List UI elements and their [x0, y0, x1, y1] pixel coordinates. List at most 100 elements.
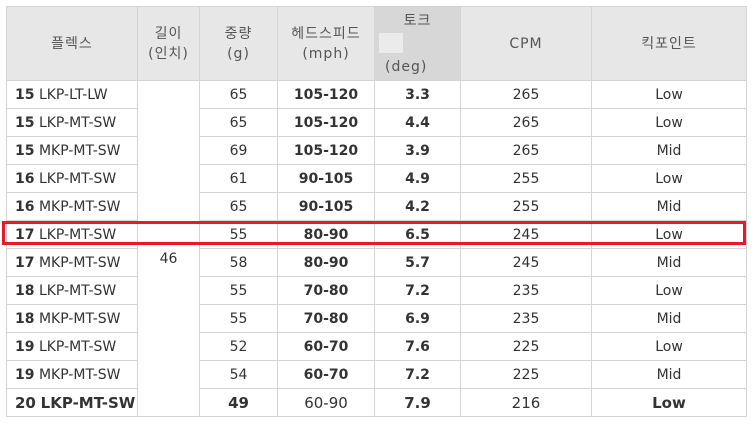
speed-cell: 80-90: [277, 220, 375, 249]
flex-number: 20: [15, 393, 36, 412]
flex-number: 16: [15, 170, 35, 187]
header-weight-title: 중량: [224, 25, 253, 42]
torque-cell: 6.9: [374, 304, 461, 333]
speed-cell: 80-90: [277, 248, 375, 277]
speed-cell: 60-70: [277, 332, 375, 361]
header-length: 길이 (인치): [137, 6, 200, 81]
speed-cell: 60-90: [277, 388, 375, 417]
speed-cell: 60-70: [277, 360, 375, 389]
flex-cell: 15 LKP-MT-SW: [6, 108, 138, 137]
flex-cell: 15 LKP-LT-LW: [6, 80, 138, 109]
shaft-spec-table: 플렉스 길이 (인치) 중량 (g) 헤드스피드 (mph) 토크 (deg) …: [6, 6, 747, 417]
header-torque-title: 토크: [403, 13, 432, 29]
flex-cell: 16 LKP-MT-SW: [6, 164, 138, 193]
flex-cell: 18 MKP-MT-SW: [6, 304, 138, 333]
flex-model: MKP-MT-SW: [38, 142, 121, 159]
flex-number: 15: [15, 114, 35, 131]
torque-cell: 6.5: [374, 220, 461, 249]
speed-cell: 70-80: [277, 276, 375, 305]
speed-cell: 105-120: [277, 80, 375, 109]
flex-number: 19: [15, 366, 35, 383]
header-length-title: 길이: [154, 25, 183, 42]
torque-cell: 5.7: [374, 248, 461, 277]
kick-point-cell: Low: [591, 108, 747, 137]
table-row: 17 MKP-MT-SW 58 80-90 5.7 245 Mid: [6, 248, 747, 277]
flex-model: LKP-MT-SW: [40, 393, 136, 412]
header-length-unit: (인치): [148, 45, 189, 62]
flex-model: LKP-MT-SW: [38, 114, 117, 131]
header-head-speed: 헤드스피드 (mph): [277, 6, 375, 81]
torque-cell: 4.9: [374, 164, 461, 193]
table-row: 18 MKP-MT-SW 55 70-80 6.9 235 Mid: [6, 304, 747, 333]
kick-point-cell: Low: [591, 220, 747, 249]
table-row: 15 MKP-MT-SW 69 105-120 3.9 265 Mid: [6, 136, 747, 165]
speed-cell: 105-120: [277, 136, 375, 165]
cpm-cell: 245: [460, 220, 592, 249]
torque-cell: 4.4: [374, 108, 461, 137]
cpm-cell: 235: [460, 304, 592, 333]
weight-cell: 54: [199, 360, 278, 389]
kick-point-cell: Mid: [591, 192, 747, 221]
weight-cell: 65: [199, 192, 278, 221]
header-kick-point: 킥포인트: [591, 6, 747, 81]
flex-model: LKP-MT-SW: [38, 226, 117, 243]
header-torque-unit: (deg): [385, 59, 428, 75]
kick-point-cell: Mid: [591, 360, 747, 389]
weight-cell: 61: [199, 164, 278, 193]
weight-cell: 52: [199, 332, 278, 361]
header-flex: 플렉스: [6, 6, 138, 81]
flex-model: MKP-MT-SW: [38, 366, 121, 383]
weight-cell: 55: [199, 220, 278, 249]
table-row: 16 LKP-MT-SW 61 90-105 4.9 255 Low: [6, 164, 747, 193]
kick-point-cell: Low: [591, 332, 747, 361]
cpm-cell: 255: [460, 164, 592, 193]
table-row: 17 LKP-MT-SW 55 80-90 6.5 245 Low: [6, 220, 747, 249]
flex-number: 16: [15, 198, 35, 215]
length-cell: 46: [137, 80, 200, 417]
weight-cell: 58: [199, 248, 278, 277]
table-row: 16 MKP-MT-SW 65 90-105 4.2 255 Mid: [6, 192, 747, 221]
torque-cell: 7.9: [374, 388, 461, 417]
header-torque-placeholder-box: [379, 33, 403, 53]
torque-cell: 7.2: [374, 276, 461, 305]
speed-cell: 70-80: [277, 304, 375, 333]
header-cpm: CPM: [460, 6, 592, 81]
flex-cell: 16 MKP-MT-SW: [6, 192, 138, 221]
flex-number: 18: [15, 282, 35, 299]
speed-cell: 105-120: [277, 108, 375, 137]
table-header-row: 플렉스 길이 (인치) 중량 (g) 헤드스피드 (mph) 토크 (deg) …: [6, 6, 747, 81]
torque-cell: 4.2: [374, 192, 461, 221]
header-speed-unit: (mph): [302, 45, 350, 62]
flex-cell: 18 LKP-MT-SW: [6, 276, 138, 305]
flex-model: LKP-MT-SW: [38, 338, 117, 355]
cpm-cell: 216: [460, 388, 592, 417]
flex-model: LKP-LT-LW: [38, 86, 108, 103]
flex-cell: 20 LKP-MT-SW: [6, 388, 138, 417]
kick-point-cell: Low: [591, 80, 747, 109]
table-row: 19 MKP-MT-SW 54 60-70 7.2 225 Mid: [6, 360, 747, 389]
flex-number: 15: [15, 142, 35, 159]
kick-point-cell: Low: [591, 276, 747, 305]
flex-cell: 17 LKP-MT-SW: [6, 220, 138, 249]
flex-model: LKP-MT-SW: [38, 282, 117, 299]
header-torque: 토크 (deg): [374, 6, 461, 81]
cpm-cell: 265: [460, 108, 592, 137]
weight-cell: 65: [199, 80, 278, 109]
torque-cell: 3.9: [374, 136, 461, 165]
kick-point-cell: Mid: [591, 136, 747, 165]
torque-cell: 7.2: [374, 360, 461, 389]
flex-model: MKP-MT-SW: [38, 310, 121, 327]
speed-cell: 90-105: [277, 164, 375, 193]
flex-cell: 19 MKP-MT-SW: [6, 360, 138, 389]
header-speed-title: 헤드스피드: [291, 25, 361, 42]
header-weight-unit: (g): [227, 45, 250, 62]
flex-cell: 19 LKP-MT-SW: [6, 332, 138, 361]
cpm-cell: 265: [460, 136, 592, 165]
weight-cell: 69: [199, 136, 278, 165]
table-row: 19 LKP-MT-SW 52 60-70 7.6 225 Low: [6, 332, 747, 361]
kick-point-cell: Low: [591, 164, 747, 193]
speed-cell: 90-105: [277, 192, 375, 221]
flex-number: 15: [15, 86, 35, 103]
weight-cell: 55: [199, 276, 278, 305]
table-row: 15 LKP-MT-SW 65 105-120 4.4 265 Low: [6, 108, 747, 137]
